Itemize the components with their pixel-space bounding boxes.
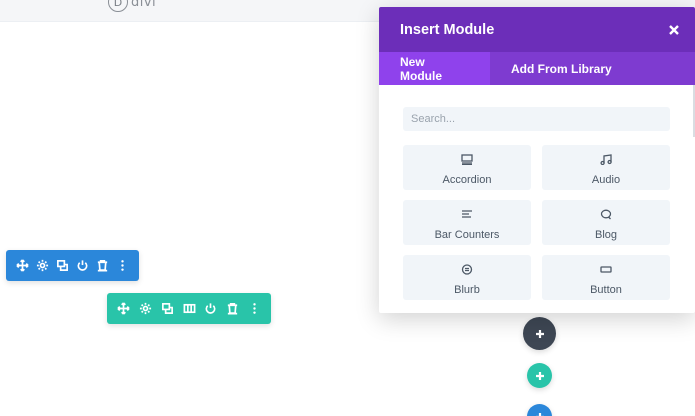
module-card-label: Blurb xyxy=(454,283,480,296)
insert-module-modal: Insert Module New Module Add From Librar… xyxy=(379,7,695,313)
logo-mark-icon: D xyxy=(108,0,128,12)
module-toolbar xyxy=(107,293,271,324)
module-card-label: Bar Counters xyxy=(434,228,500,241)
modal-title: Insert Module xyxy=(400,21,495,38)
move-icon[interactable] xyxy=(113,298,135,320)
duplicate-icon[interactable] xyxy=(156,298,178,320)
chat-bubble-icon xyxy=(600,205,612,224)
close-icon xyxy=(669,24,679,35)
module-card-bar-counters[interactable]: Bar Counters xyxy=(403,200,531,245)
site-logo: D divi xyxy=(108,0,156,12)
button-icon xyxy=(600,260,612,279)
module-card-label: Blog xyxy=(594,228,618,241)
tab-new-module[interactable]: New Module xyxy=(379,52,490,85)
add-row-button[interactable] xyxy=(527,363,552,388)
plus-icon xyxy=(535,371,544,380)
builder-canvas: D divi Insert Module New Module Add From… xyxy=(0,0,695,416)
accordion-icon xyxy=(461,150,473,169)
module-card-blog[interactable]: Blog xyxy=(542,200,670,245)
module-card-label: Accordion xyxy=(442,173,492,186)
plus-icon xyxy=(535,329,544,338)
module-card-blurb[interactable]: Blurb xyxy=(403,255,531,300)
music-note-icon xyxy=(600,150,612,169)
add-module-button[interactable] xyxy=(523,317,556,350)
move-icon[interactable] xyxy=(12,255,32,277)
module-card-accordion[interactable]: Accordion xyxy=(403,145,531,190)
close-button[interactable] xyxy=(663,19,685,41)
duplicate-icon[interactable] xyxy=(52,255,72,277)
plus-icon xyxy=(535,412,544,416)
modal-tabs: New Module Add From Library xyxy=(379,52,695,85)
modal-body: Accordion Audio Bar Counters xyxy=(379,85,695,300)
row-toolbar xyxy=(6,250,139,281)
module-card-audio[interactable]: Audio xyxy=(542,145,670,190)
delete-icon[interactable] xyxy=(93,255,113,277)
module-card-button[interactable]: Button xyxy=(542,255,670,300)
blurb-icon xyxy=(461,260,473,279)
columns-icon[interactable] xyxy=(178,298,200,320)
tab-add-from-library[interactable]: Add From Library xyxy=(490,52,633,85)
power-icon[interactable] xyxy=(73,255,93,277)
modal-header: Insert Module xyxy=(379,7,695,52)
add-section-button[interactable] xyxy=(527,404,552,416)
logo-text: divi xyxy=(131,0,157,10)
delete-icon[interactable] xyxy=(222,298,244,320)
search-input[interactable] xyxy=(403,107,670,131)
power-icon[interactable] xyxy=(200,298,222,320)
bar-counters-icon xyxy=(461,205,473,224)
settings-icon[interactable] xyxy=(32,255,52,277)
module-card-label: Button xyxy=(590,283,622,296)
module-card-label: Audio xyxy=(591,173,621,186)
more-icon[interactable] xyxy=(113,255,133,277)
more-icon[interactable] xyxy=(243,298,265,320)
module-grid: Accordion Audio Bar Counters Blog Blurb … xyxy=(403,145,671,300)
settings-icon[interactable] xyxy=(135,298,157,320)
